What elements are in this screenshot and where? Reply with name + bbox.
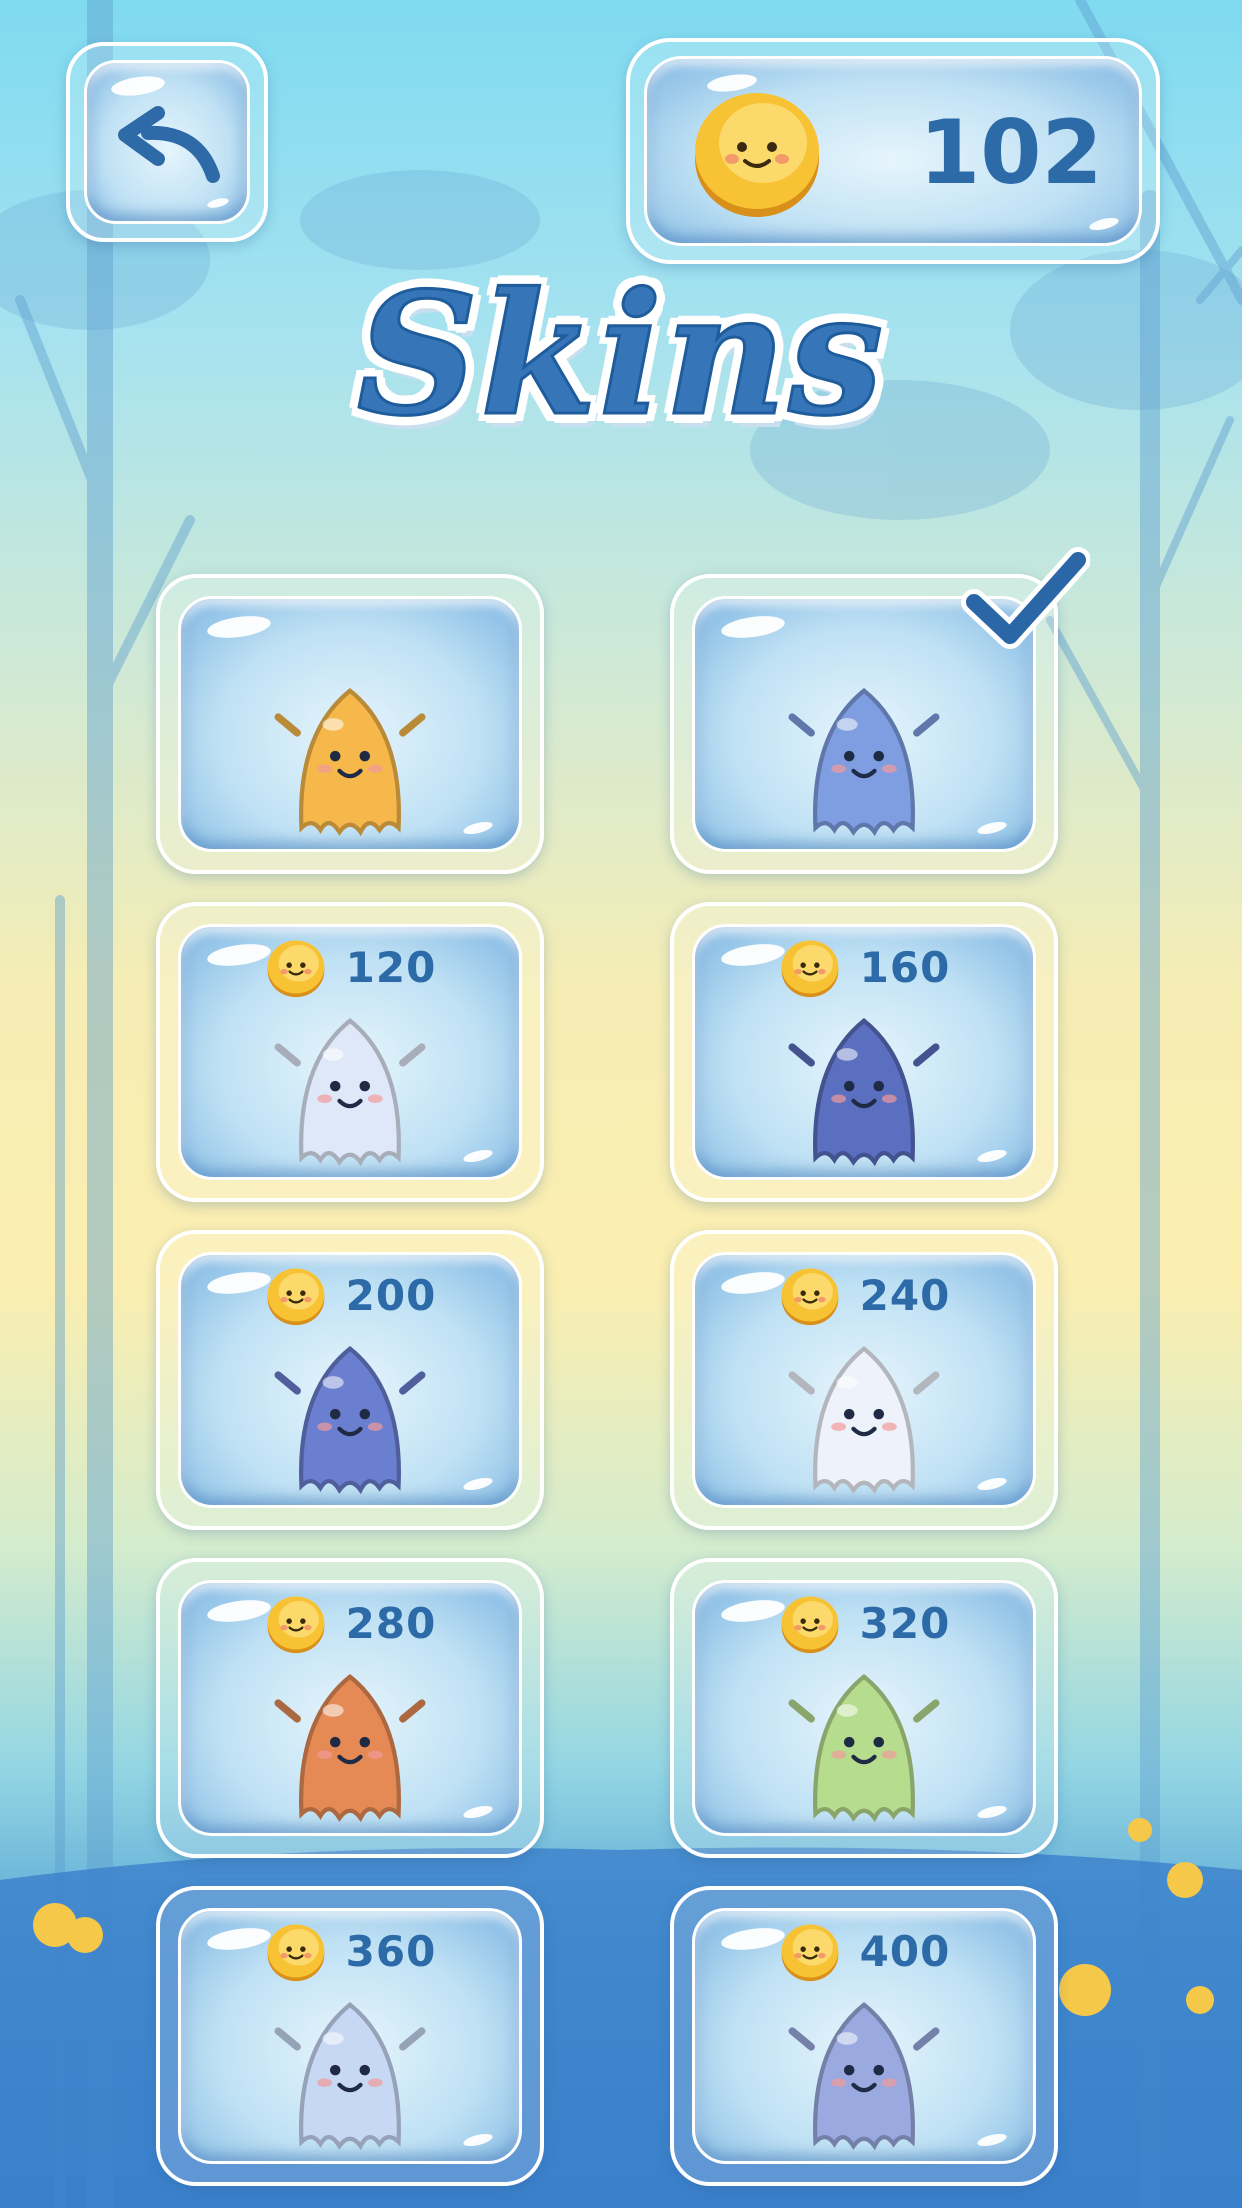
skin-price-label: 240 [859, 1270, 951, 1320]
ghost-skin [779, 989, 949, 1177]
skin-price-label: 360 [345, 1926, 437, 1976]
skin-price-label: 160 [859, 942, 951, 992]
ghost-skin [779, 1973, 949, 2161]
ghost-skin [265, 1973, 435, 2161]
skin-card[interactable]: 360 [156, 1886, 544, 2186]
smiling-coin-icon [695, 93, 819, 217]
ghost-skin [265, 1317, 435, 1505]
ghost-skin-icon [274, 1345, 426, 1495]
ghost-skin [265, 1645, 435, 1833]
ghost-skin-icon [788, 2001, 940, 2151]
skins-screen: 102 Skins 120 160 200 240 280 320 360 40… [0, 0, 1242, 2208]
skin-card[interactable]: 120 [156, 902, 544, 1202]
skin-card[interactable]: 160 [670, 902, 1058, 1202]
ghost-skin-icon [274, 2001, 426, 2151]
skin-price-label: 280 [345, 1598, 437, 1648]
checkmark-icon [960, 544, 1091, 668]
ghost-skin [779, 1317, 949, 1505]
skin-price-label: 400 [859, 1926, 951, 1976]
skin-card[interactable]: 240 [670, 1230, 1058, 1530]
ghost-skin [779, 659, 949, 849]
ghost-skin-icon [788, 1017, 940, 1167]
ghost-skin-icon [788, 1673, 940, 1823]
coin-balance: 102 [919, 101, 1103, 204]
skin-price-label: 120 [345, 942, 437, 992]
ghost-skin-icon [274, 1017, 426, 1167]
ghost-skin-icon [788, 687, 940, 837]
skin-price-label: 200 [345, 1270, 437, 1320]
skin-card[interactable]: 200 [156, 1230, 544, 1530]
page-title: Skins [355, 255, 886, 453]
skin-card[interactable] [156, 574, 544, 874]
skin-card[interactable]: 320 [670, 1558, 1058, 1858]
ghost-skin-icon [274, 687, 426, 837]
ghost-skin [779, 1645, 949, 1833]
ghost-skin [265, 989, 435, 1177]
ghost-skin-icon [274, 1673, 426, 1823]
back-button[interactable] [66, 42, 268, 242]
ghost-skin [265, 659, 435, 849]
ghost-skin-icon [788, 1345, 940, 1495]
skin-card[interactable]: 400 [670, 1886, 1058, 2186]
skin-card[interactable]: 280 [156, 1558, 544, 1858]
skin-price-label: 320 [859, 1598, 951, 1648]
coin-counter: 102 [626, 38, 1160, 264]
arrow-left-icon [118, 106, 220, 183]
